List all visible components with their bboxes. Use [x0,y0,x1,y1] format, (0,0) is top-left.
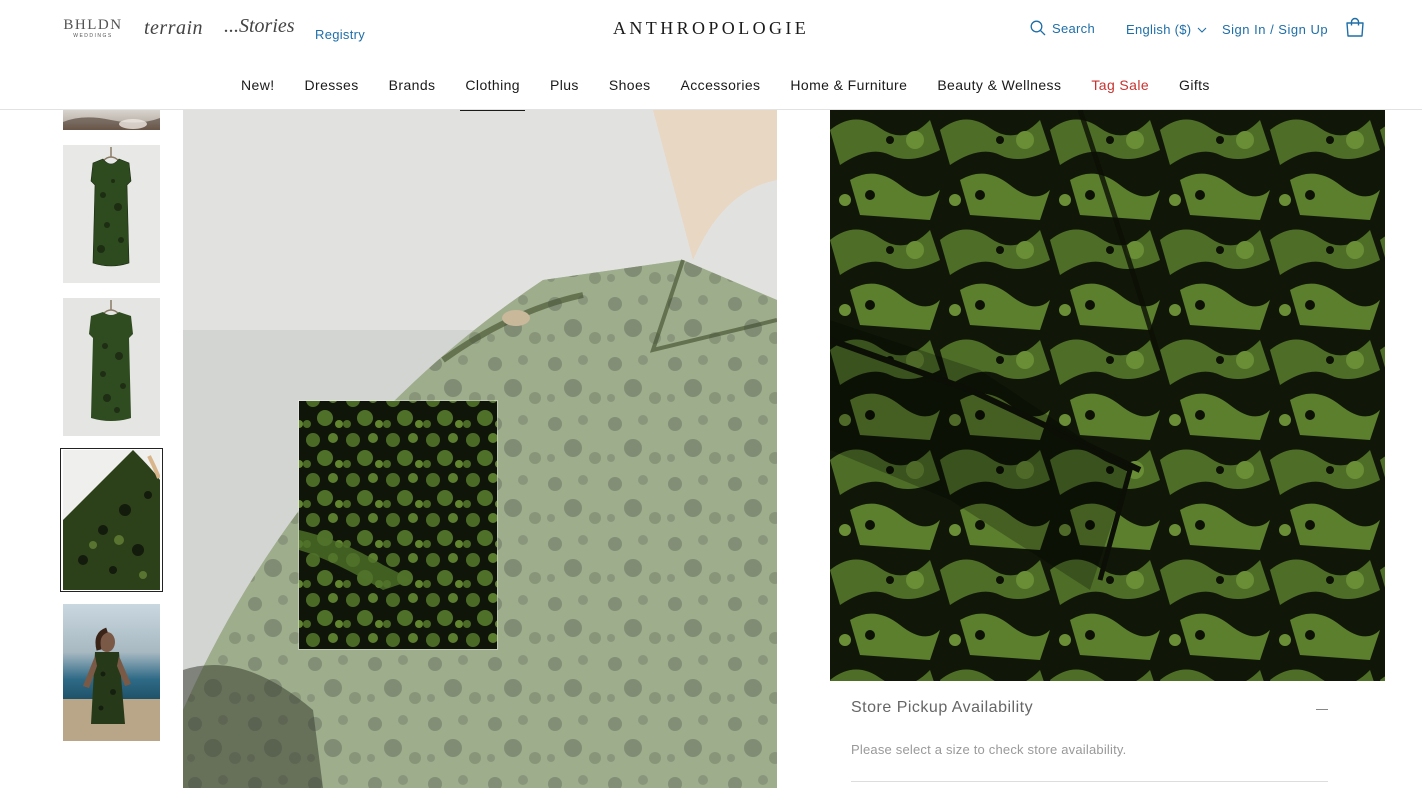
collapse-minus-icon[interactable] [1316,709,1328,710]
anthropologie-logo[interactable]: ANTHROPOLOGIE [613,18,809,39]
nav-item-new[interactable]: New! [226,60,290,110]
thumbnail-image [63,117,160,130]
store-pickup-title[interactable]: Store Pickup Availability [851,699,1033,717]
nav-item-gifts[interactable]: Gifts [1164,60,1225,110]
product-thumbnail-3[interactable] [63,298,160,436]
product-thumbnail-1[interactable] [63,110,160,130]
product-thumbnail-5[interactable] [63,604,160,741]
zoom-preview [830,110,1385,681]
thumbnail-image [89,300,133,421]
nav-item-tag-sale[interactable]: Tag Sale [1076,60,1164,110]
language-label: English ($) [1126,22,1192,37]
search-icon [1030,20,1046,36]
bhldn-logo-text: BHLDN [63,17,123,33]
terrain-brand-link[interactable]: terrain [144,17,203,40]
nav-item-dresses[interactable]: Dresses [290,60,374,110]
bhldn-brand-link[interactable]: BHLDN WEDDINGS [60,17,126,39]
top-header: BHLDN WEDDINGS terrain ...Stories Regist… [0,0,1422,60]
main-product-image[interactable] [183,110,777,788]
nav-item-shoes[interactable]: Shoes [594,60,666,110]
bhldn-logo-subtext: WEDDINGS [73,33,113,39]
nav-item-beauty-wellness[interactable]: Beauty & Wellness [922,60,1076,110]
search-label: Search [1052,20,1095,36]
nav-list: New! Dresses Brands Clothing Plus Shoes … [226,60,1225,111]
chevron-down-icon [1198,27,1207,33]
store-pickup-note: Please select a size to check store avai… [851,742,1127,757]
selected-thumbnail-frame [60,448,163,592]
nav-item-clothing[interactable]: Clothing [450,60,535,111]
nav-item-home-furniture[interactable]: Home & Furniture [775,60,922,110]
nav-item-accessories[interactable]: Accessories [666,60,776,110]
registry-link[interactable]: Registry [315,27,365,42]
thumbnail-image [63,627,160,741]
sign-in-link[interactable]: Sign In / Sign Up [1222,22,1328,37]
main-navigation: New! Dresses Brands Clothing Plus Shoes … [0,60,1422,111]
zoomed-product-photo [830,110,1385,681]
shopping-bag-icon [1346,17,1364,37]
thumbnail-image [90,147,132,267]
cart-button[interactable] [1344,16,1366,43]
divider [851,781,1328,782]
stories-brand-link[interactable]: ...Stories [224,15,295,38]
search-button[interactable]: Search [1030,20,1095,36]
product-thumbnail-2[interactable] [63,145,160,283]
nav-item-plus[interactable]: Plus [535,60,594,110]
language-selector[interactable]: English ($) [1126,22,1207,37]
nav-item-brands[interactable]: Brands [374,60,451,110]
zoom-lens[interactable] [299,401,497,649]
